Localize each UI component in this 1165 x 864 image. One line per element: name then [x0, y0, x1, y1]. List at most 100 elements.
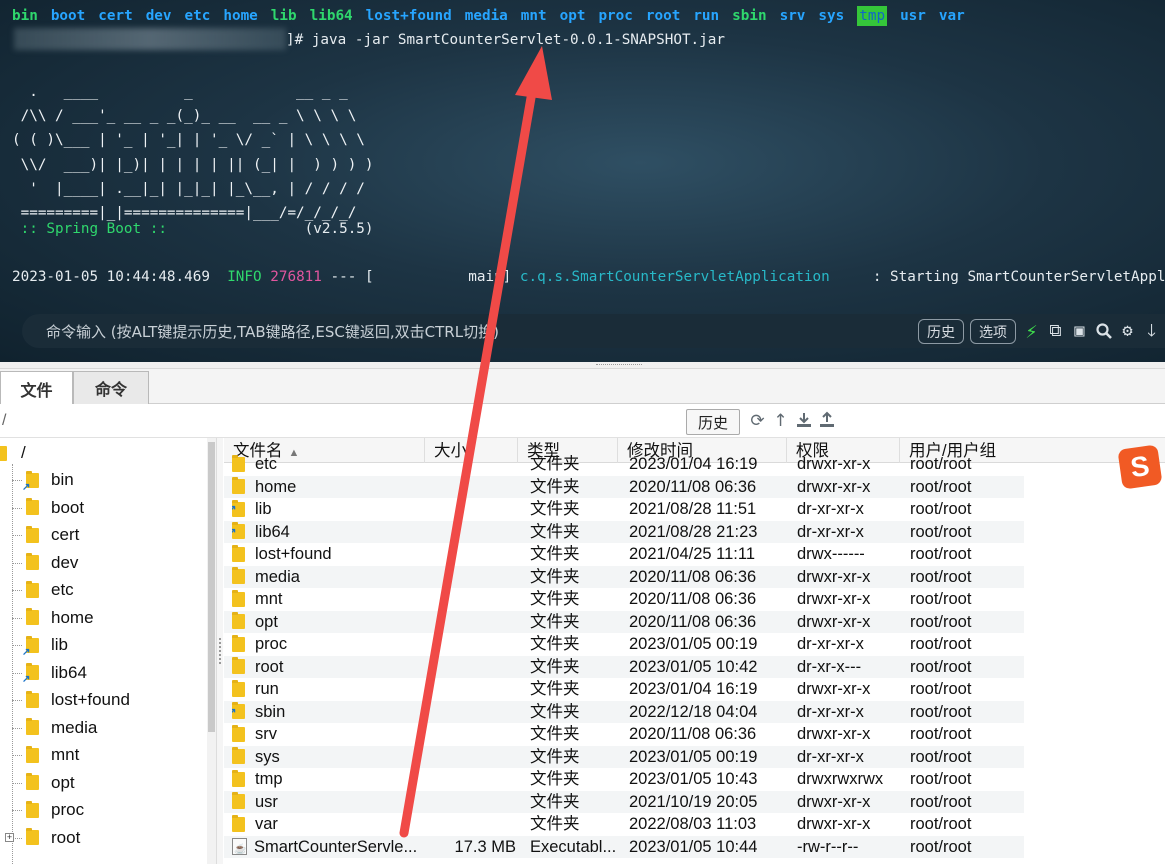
cell-mtime: 2023/01/04 16:19 [629, 680, 758, 698]
table-row[interactable]: lib 文件夹 2021/08/28 11:51 dr-xr-xr-x root/roo… [224, 498, 1024, 521]
gear-icon[interactable]: ⚙ [1118, 321, 1137, 341]
up-directory-icon[interactable]: ↑ [771, 411, 790, 431]
table-row[interactable]: lib64 文件夹 2021/08/28 21:23 dr-xr-xr-x root/r… [224, 520, 1024, 543]
paste-icon[interactable]: ▣ [1070, 321, 1089, 341]
cell-name: usr [232, 791, 432, 814]
tab-commands[interactable]: 命令 [73, 371, 149, 404]
sogou-ime-icon[interactable]: S [1117, 444, 1163, 490]
table-row[interactable]: tmp 文件夹 2023/01/05 10:43 drwxrwxrwx root/roo… [224, 768, 1024, 791]
tree-item[interactable]: etc [0, 577, 74, 603]
java-file-icon [232, 838, 247, 858]
download-icon[interactable] [794, 411, 813, 431]
folder-icon [232, 612, 245, 630]
tree-item[interactable]: lib64 [0, 660, 87, 686]
directory-tree[interactable]: / bin boot cert dev etc home lib lib64 lost+foun… [0, 438, 212, 864]
tree-item-label: mnt [51, 745, 80, 764]
tree-scrollbar-thumb[interactable] [208, 442, 215, 732]
path-history-button[interactable]: 历史 [686, 409, 740, 435]
ls-entry: srv [779, 8, 806, 24]
tree-item[interactable]: lost+found [0, 687, 130, 713]
pane-splitter[interactable] [216, 438, 223, 864]
tree-item-label: proc [51, 800, 85, 819]
file-name: lost+found [255, 545, 332, 563]
tree-scrollbar[interactable] [207, 438, 216, 864]
tree-item[interactable]: opt [0, 770, 75, 796]
table-row[interactable]: var 文件夹 2022/08/03 11:03 drwxr-xr-x root/roo… [224, 813, 1024, 836]
cell-permissions: dr-xr-xr-x [797, 500, 864, 518]
cell-type: 文件夹 [530, 815, 580, 833]
table-row[interactable]: opt 文件夹 2020/11/08 06:36 drwxr-xr-x root/roo… [224, 610, 1024, 634]
file-name: lib [255, 500, 272, 518]
tree-root[interactable]: / [0, 441, 26, 465]
tree-item[interactable]: cert [0, 522, 79, 548]
command-input-bar[interactable]: 命令输入 (按ALT键提示历史,TAB键路径,ESC键返回,双击CTRL切换) … [22, 314, 1165, 348]
ls-entry: lost+found [365, 8, 452, 24]
tree-item[interactable]: mnt [0, 742, 79, 768]
file-name: SmartCounterServle... [254, 837, 418, 856]
table-row[interactable]: run 文件夹 2023/01/04 16:19 drwxr-xr-x root/roo… [224, 678, 1024, 701]
cell-type: 文件夹 [530, 747, 580, 766]
command-options-button[interactable]: 选项 [970, 318, 1016, 344]
tree-item[interactable]: lib [0, 632, 68, 658]
splitter-grip[interactable] [596, 364, 642, 367]
ls-entry: opt [559, 8, 586, 24]
command-input[interactable]: 命令输入 (按ALT键提示历史,TAB键路径,ESC键返回,双击CTRL切换) [46, 321, 918, 342]
table-row[interactable]: sys 文件夹 2023/01/05 00:19 dr-xr-xr-x root/roo… [224, 745, 1024, 769]
table-row[interactable]: home 文件夹 2020/11/08 06:36 drwxr-xr-x root/ro… [224, 475, 1024, 498]
table-row[interactable]: SmartCounterServle... 17.3 MB Executabl...… [224, 835, 1024, 858]
tree-item[interactable]: proc [0, 797, 84, 823]
cell-name: opt [232, 611, 432, 634]
table-row[interactable]: lost+found 文件夹 2021/04/25 11:11 drwx------ r… [224, 543, 1024, 566]
table-row[interactable]: sbin 文件夹 2022/12/18 04:04 dr-xr-xr-x root/ro… [224, 700, 1024, 723]
cell-name: lost+found [232, 543, 432, 566]
tree-item[interactable]: media [0, 715, 97, 741]
table-row[interactable]: proc 文件夹 2023/01/05 00:19 dr-xr-xr-x root/ro… [224, 633, 1024, 656]
cell-owner: root/root [910, 590, 972, 608]
cell-type: 文件夹 [530, 792, 580, 811]
folder-icon [232, 499, 245, 521]
ls-entry: etc [184, 8, 211, 24]
table-row[interactable]: etc 文件夹 2023/01/04 16:19 drwxr-xr-x root/roo… [224, 453, 1024, 476]
table-row[interactable]: root 文件夹 2023/01/05 10:42 dr-xr-x--- root/ro… [224, 655, 1024, 678]
cell-type: 文件夹 [530, 680, 580, 698]
cell-type: 文件夹 [530, 635, 580, 653]
table-row[interactable]: usr 文件夹 2021/10/19 20:05 drwxr-xr-x root/roo… [224, 790, 1024, 814]
cell-owner: root/root [910, 500, 972, 518]
cell-mtime: 2020/11/08 06:36 [629, 477, 757, 496]
tree-item[interactable]: home [0, 605, 94, 631]
table-row[interactable]: media 文件夹 2020/11/08 06:36 drwxr-xr-x root/r… [224, 565, 1024, 588]
cell-name: sys [232, 746, 432, 769]
horizontal-splitter[interactable] [0, 362, 1165, 369]
copy-icon[interactable]: ⧉ [1046, 321, 1065, 341]
tab-files[interactable]: 文件 [0, 371, 73, 405]
expand-icon[interactable]: + [5, 832, 14, 842]
lightning-icon[interactable]: ⚡ [1022, 321, 1041, 341]
table-row[interactable]: srv 文件夹 2020/11/08 06:36 drwxr-xr-x root/roo… [224, 723, 1024, 746]
folder-icon [26, 690, 39, 708]
arrow-down-icon[interactable]: 🡓 [1142, 321, 1161, 341]
tree-item-label: root [51, 827, 81, 847]
table-row[interactable]: mnt 文件夹 2020/11/08 06:36 drwxr-xr-x root/roo… [224, 588, 1024, 611]
tree-item[interactable]: + root [0, 825, 80, 851]
folder-icon [26, 718, 39, 735]
cell-type: 文件夹 [530, 477, 580, 496]
upload-icon[interactable] [817, 411, 836, 431]
tree-item[interactable]: boot [0, 495, 84, 521]
pane-splitter-grip[interactable] [219, 638, 221, 664]
cell-type: 文件夹 [530, 612, 580, 631]
folder-icon [232, 747, 245, 765]
cell-name: run [232, 678, 432, 701]
search-icon[interactable] [1094, 322, 1113, 341]
terminal-pane[interactable]: bin boot cert dev etc home lib lib64 lost+found m… [0, 0, 1165, 362]
cell-size [434, 791, 516, 814]
command-history-button[interactable]: 历史 [918, 318, 964, 344]
cell-owner: root/root [910, 747, 972, 766]
refresh-icon[interactable]: ⟳ [748, 411, 767, 431]
file-list[interactable]: 文件名 ▲ 大小 类型 修改时间 权限 用户/用户组 etc 文件夹 2023/01/… [224, 438, 1165, 864]
tree-item[interactable]: dev [0, 550, 78, 576]
path-field[interactable]: / [2, 412, 6, 430]
cell-permissions: dr-xr-xr-x [797, 702, 864, 721]
tree-item[interactable]: bin [0, 467, 74, 493]
redacted-hostname [14, 28, 286, 50]
cell-name: srv [232, 723, 432, 746]
